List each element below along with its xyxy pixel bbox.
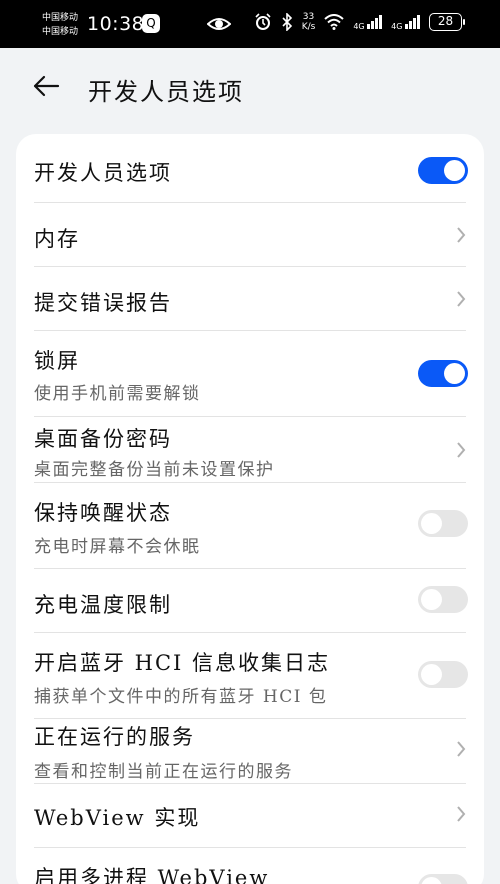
alarm-icon (255, 13, 271, 30)
page-title: 开发人员选项 (88, 78, 244, 106)
setting-bluetooth-hci-log[interactable]: 开启蓝牙 HCI 信息收集日志 捕获单个文件中的所有蓝牙 HCI 包 (16, 633, 484, 718)
carrier-2: 中国移动 (42, 27, 79, 37)
setting-memory[interactable]: 内存 (16, 203, 484, 266)
title-bar: 开发人员选项 (0, 48, 500, 128)
chevron-right-icon (457, 806, 466, 822)
network-speed: 33 K/s (302, 12, 316, 32)
toggle-knob (421, 513, 442, 534)
chevron-right-icon (457, 227, 466, 243)
toggle-knob (421, 664, 442, 685)
toggle-knob (444, 363, 465, 384)
status-bar: 中国移动 中国移动 10:38 Q 33 K/s 4G 4G 28 (0, 0, 500, 48)
battery-indicator: 28 (429, 13, 465, 31)
setting-desktop-backup-password[interactable]: 桌面备份密码 桌面完整备份当前未设置保护 (16, 417, 484, 482)
setting-submit-bug-report[interactable]: 提交错误报告 (16, 267, 484, 330)
qq-icon: Q (142, 14, 160, 33)
setting-multiprocess-webview[interactable]: 启用多进程 WebView (16, 848, 484, 884)
setting-developer-options[interactable]: 开发人员选项 (16, 134, 484, 202)
chevron-right-icon (457, 291, 466, 307)
toggle-knob (421, 589, 442, 610)
carrier-info: 中国移动 中国移动 (42, 11, 78, 39)
chevron-right-icon (457, 741, 466, 757)
settings-card: 开发人员选项 内存 提交错误报告 锁屏 使用手机前需要解锁 桌面备份密码 桌面完… (16, 134, 484, 884)
carrier-1: 中国移动 (42, 13, 79, 23)
signal-2-label: 4G (391, 21, 403, 31)
network-speed-unit: K/s (301, 22, 316, 32)
status-time: 10:38 (87, 13, 145, 35)
lock-screen-toggle[interactable] (418, 360, 468, 387)
setting-subtitle: 使用手机前需要解锁 (34, 384, 201, 404)
stay-awake-toggle[interactable] (418, 510, 468, 537)
setting-webview-implementation[interactable]: WebView 实现 (16, 784, 484, 847)
setting-subtitle: 捕获单个文件中的所有蓝牙 HCI 包 (34, 687, 328, 707)
setting-title: 正在运行的服务 (34, 725, 195, 749)
developer-options-toggle[interactable] (418, 157, 468, 184)
signal-1: 4G (353, 14, 383, 31)
signal-1-bars-icon (367, 14, 383, 29)
setting-title: 开启蓝牙 HCI 信息收集日志 (34, 651, 331, 675)
signal-2: 4G (391, 14, 420, 31)
setting-title: 开发人员选项 (34, 161, 172, 185)
signal-1-label: 4G (353, 21, 365, 31)
multiprocess-webview-toggle[interactable] (418, 874, 468, 884)
setting-title: 启用多进程 WebView (34, 866, 270, 884)
bluetooth-icon (282, 13, 292, 31)
eye-comfort-icon (207, 18, 231, 30)
back-arrow-icon[interactable] (32, 74, 60, 98)
setting-title: 保持唤醒状态 (34, 501, 172, 525)
bluetooth-hci-log-toggle[interactable] (418, 661, 468, 688)
setting-subtitle: 查看和控制当前正在运行的服务 (34, 762, 293, 782)
charging-temperature-toggle[interactable] (418, 586, 468, 613)
chevron-right-icon (457, 442, 466, 458)
signal-2-bars-icon (405, 14, 420, 29)
status-right-group: 33 K/s 4G 4G 28 (254, 12, 465, 32)
setting-subtitle: 桌面完整备份当前未设置保护 (34, 460, 275, 480)
setting-title: 充电温度限制 (34, 593, 172, 617)
setting-charging-temperature-limit[interactable]: 充电温度限制 (16, 569, 484, 632)
setting-subtitle: 充电时屏幕不会休眠 (34, 537, 201, 557)
setting-running-services[interactable]: 正在运行的服务 查看和控制当前正在运行的服务 (16, 719, 484, 783)
setting-lock-screen[interactable]: 锁屏 使用手机前需要解锁 (16, 331, 484, 416)
setting-title: 锁屏 (34, 349, 80, 373)
setting-title: 桌面备份密码 (34, 427, 172, 451)
toggle-knob (421, 877, 442, 884)
setting-title: 内存 (34, 227, 80, 251)
network-speed-value: 33 (302, 12, 315, 22)
toggle-knob (444, 160, 465, 181)
setting-stay-awake[interactable]: 保持唤醒状态 充电时屏幕不会休眠 (16, 483, 484, 568)
wifi-icon (324, 14, 344, 30)
setting-title: WebView 实现 (34, 806, 201, 830)
setting-title: 提交错误报告 (34, 291, 172, 315)
